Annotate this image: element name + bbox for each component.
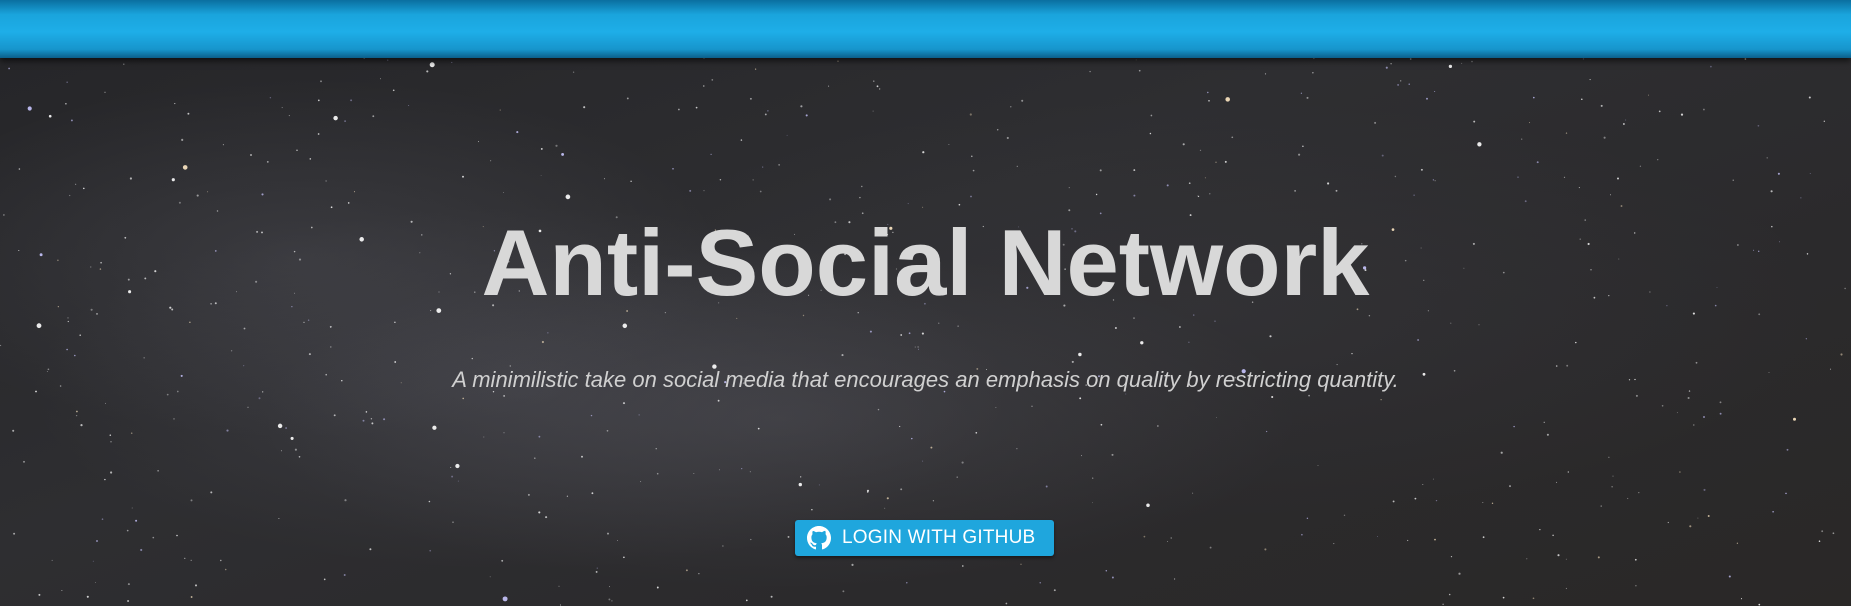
- hero-content: Anti-Social Network A minimilistic take …: [0, 58, 1851, 606]
- login-with-github-button[interactable]: LOGIN WITH GITHUB: [795, 520, 1054, 556]
- github-icon: [806, 525, 832, 551]
- hero-section: Anti-Social Network A minimilistic take …: [0, 58, 1851, 606]
- tagline: A minimilistic take on social media that…: [452, 367, 1399, 392]
- login-button-label: LOGIN WITH GITHUB: [842, 527, 1036, 548]
- top-navbar: [0, 0, 1851, 58]
- page-title: Anti-Social Network: [481, 210, 1370, 315]
- landing-page: Anti-Social Network A minimilistic take …: [0, 0, 1851, 606]
